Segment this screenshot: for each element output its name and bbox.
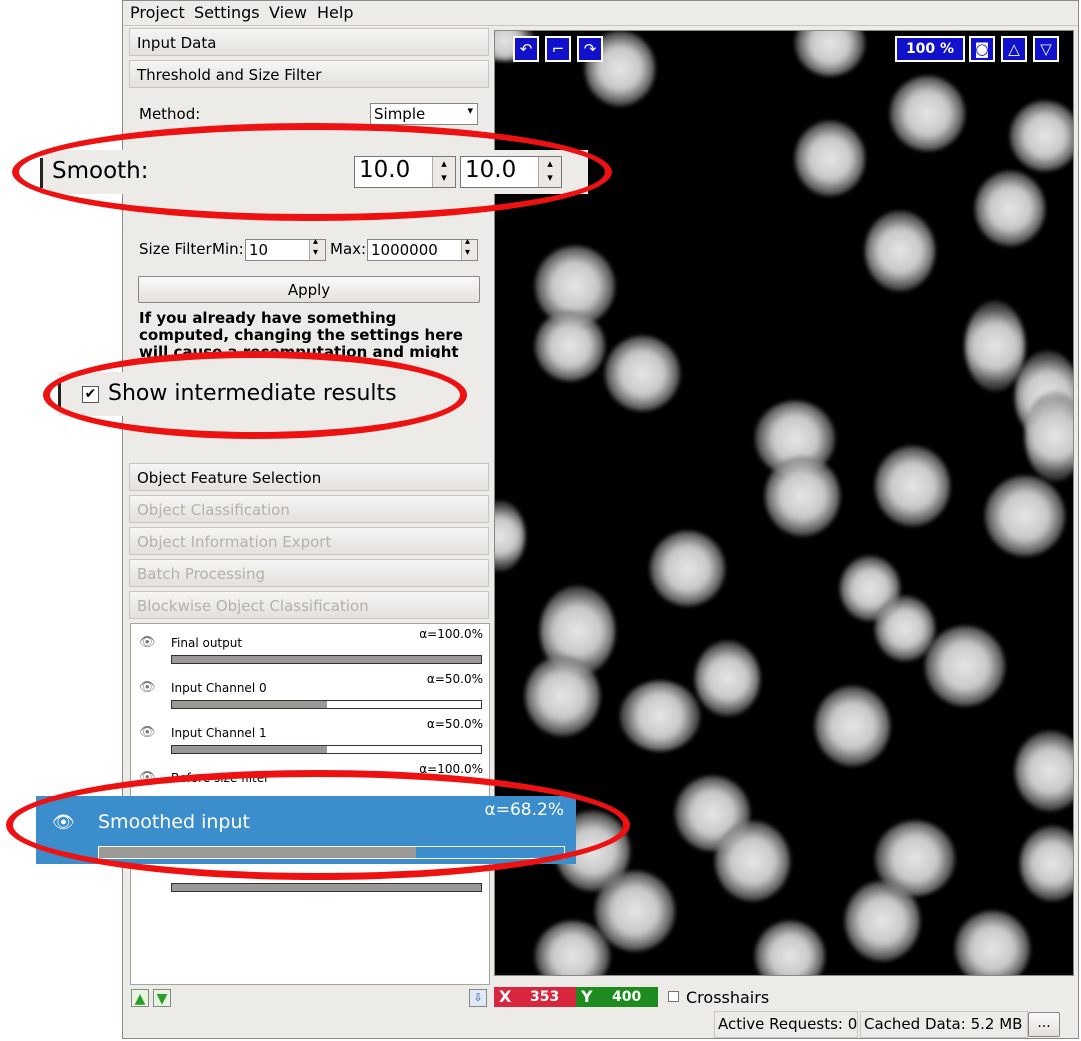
crosshairs-checkbox[interactable] [668, 991, 679, 1002]
camera-icon: ◙ [974, 40, 990, 58]
more-button[interactable]: ... [1028, 1012, 1060, 1037]
y-label: Y [581, 987, 593, 1006]
max-label: Max: [330, 240, 367, 258]
recompute-warning: If you already have something computed, … [139, 310, 463, 358]
layer-item[interactable]: 👁 Input Channel 0 α=50.0% [131, 669, 489, 713]
move-layer-up-button[interactable]: ▲ [131, 989, 149, 1007]
arrow-up-icon: ▲ [134, 991, 146, 1007]
active-requests: Active Requests: 0 [714, 1011, 858, 1038]
swap-axes-icon: ⌐ [551, 40, 565, 58]
rotate-left-icon: ↶ [519, 40, 533, 58]
applet-label: Object Information Export [137, 533, 332, 551]
chevron-down-icon: ▾ [467, 104, 473, 117]
opacity-slider[interactable] [171, 745, 482, 754]
opacity-fill [172, 746, 327, 753]
opacity-slider[interactable] [171, 700, 482, 709]
opacity-slider[interactable] [171, 883, 482, 892]
rotate-right-icon: ↷ [583, 40, 597, 58]
opacity-fill [172, 884, 481, 891]
maximize-button[interactable]: △ [1001, 36, 1027, 62]
x-coordinate: X 353 [494, 987, 576, 1007]
rotate-right-button[interactable]: ↷ [577, 36, 603, 62]
layer-alpha: α=50.0% [426, 717, 483, 731]
max-size-spinbox[interactable]: 1000000 [367, 236, 478, 261]
crosshairs-label: Crosshairs [686, 988, 770, 1007]
menu-project[interactable]: Project [130, 3, 185, 22]
layer-alpha: α=50.0% [426, 672, 483, 686]
eye-icon[interactable]: 👁 [139, 635, 156, 650]
y-coordinate: Y 400 [576, 987, 658, 1007]
x-label: X [499, 987, 512, 1006]
layer-item[interactable]: 👁 Input Channel 1 α=50.0% [131, 714, 489, 758]
applet-label: Object Classification [137, 501, 290, 519]
layer-name: Input Channel 0 [171, 681, 267, 695]
size-filter-label: Size Filter [139, 240, 212, 258]
arrow-down-icon: ▼ [156, 991, 168, 1007]
zoom-level[interactable]: 100 % [895, 36, 965, 62]
applet-label: Batch Processing [137, 565, 265, 583]
minimize-button[interactable]: ▽ [1033, 36, 1059, 62]
move-layer-down-button[interactable]: ▼ [153, 989, 171, 1007]
cached-data: Cached Data: 5.2 MB [860, 1011, 1028, 1038]
x-value: 353 [530, 989, 560, 1005]
triangle-up-icon: △ [1008, 40, 1020, 58]
highlight-ring-layer [6, 770, 630, 880]
rotate-left-button[interactable]: ↶ [513, 36, 539, 62]
apply-button[interactable]: Apply [138, 276, 480, 303]
applet-classification: Object Classification [129, 495, 489, 523]
menu-help[interactable]: Help [317, 3, 353, 22]
menu-settings[interactable]: Settings [194, 3, 260, 22]
opacity-slider[interactable] [171, 655, 482, 664]
applet-label: Input Data [137, 34, 217, 52]
max-value: 1000000 [371, 241, 438, 259]
export-layer-button[interactable]: ⇩ [469, 989, 487, 1007]
min-value: 10 [249, 241, 269, 259]
applet-threshold[interactable]: Threshold and Size Filter [129, 60, 489, 88]
method-select[interactable]: Simple ▾ [370, 103, 478, 125]
applet-batch: Batch Processing [129, 559, 489, 587]
applet-export: Object Information Export [129, 527, 489, 555]
spin-arrows-icon[interactable] [461, 236, 477, 260]
snapshot-button[interactable]: ◙ [969, 36, 995, 62]
swap-axes-button[interactable]: ⌐ [545, 36, 571, 62]
eye-icon[interactable]: 👁 [139, 680, 156, 695]
spin-arrows-icon[interactable] [309, 236, 325, 260]
menu-bar: Project Settings View Help [123, 1, 1078, 26]
y-value: 400 [612, 989, 642, 1005]
applet-feature-selection[interactable]: Object Feature Selection [129, 463, 489, 491]
highlight-ring-smooth [12, 123, 612, 221]
export-icon: ⇩ [473, 991, 483, 1004]
layer-item[interactable]: 👁 Final output α=100.0% [131, 624, 489, 668]
menu-view[interactable]: View [269, 3, 307, 22]
min-label: Min: [212, 240, 244, 258]
applet-input-data[interactable]: Input Data [129, 28, 489, 56]
opacity-fill [172, 701, 327, 708]
applet-label: Object Feature Selection [137, 469, 322, 487]
layer-name: Input Channel 1 [171, 726, 267, 740]
eye-icon[interactable]: 👁 [139, 725, 156, 740]
highlight-ring-intermediate [43, 351, 467, 439]
method-label: Method: [139, 105, 201, 123]
applet-label: Threshold and Size Filter [137, 66, 322, 84]
opacity-fill [172, 656, 481, 663]
applet-blockwise: Blockwise Object Classification [129, 591, 489, 619]
layer-name: Final output [171, 636, 243, 650]
layer-alpha: α=100.0% [419, 627, 483, 641]
method-value: Simple [374, 105, 426, 123]
applet-label: Blockwise Object Classification [137, 597, 369, 615]
min-size-spinbox[interactable]: 10 [245, 236, 326, 261]
triangle-down-icon: ▽ [1040, 40, 1052, 58]
